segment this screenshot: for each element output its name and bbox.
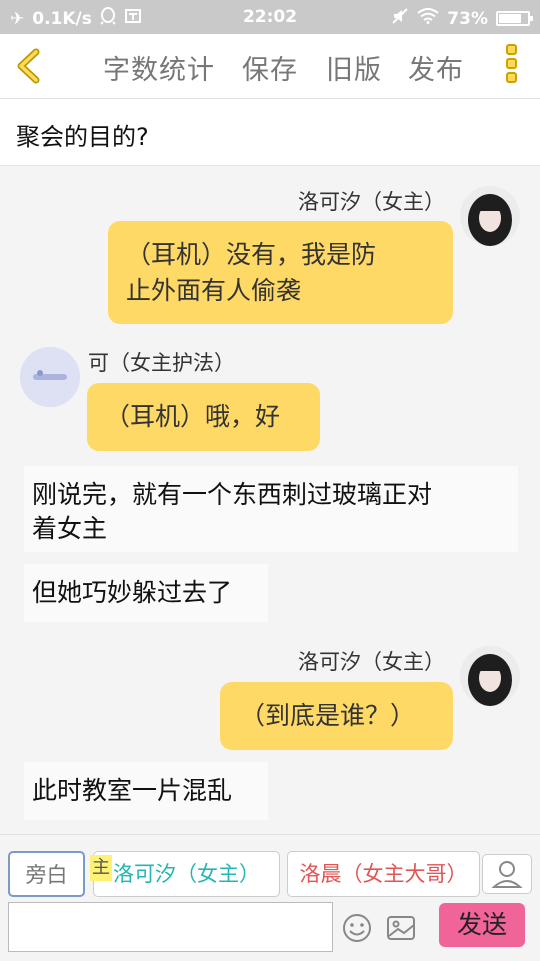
battery-icon: [496, 11, 533, 26]
narration-line: 但她巧妙躲过去了: [32, 578, 233, 607]
role-brother-button[interactable]: 洛晨（女主大哥）: [287, 851, 480, 897]
chapter-title: 聚会的目的?: [16, 123, 149, 151]
status-bar: ✈ 0.1K/s 22:02 73%: [0, 0, 540, 34]
message-bubble[interactable]: （耳机）哦，好: [87, 383, 320, 451]
send-button[interactable]: 发送: [439, 903, 525, 947]
input-bar: 旁白 洛可汐（女主） 主 洛晨（女主大哥） 发送: [0, 834, 540, 961]
role-heroine-button[interactable]: 洛可汐（女主）: [93, 851, 280, 897]
narration-block[interactable]: 但她巧妙躲过去了: [24, 564, 268, 622]
emoji-icon[interactable]: [340, 911, 374, 945]
message-line: （耳机）没有，我是防: [126, 240, 377, 269]
old-version-button[interactable]: 旧版: [326, 48, 382, 87]
battery-percent: 73%: [447, 8, 488, 29]
message-line: 止外面有人偷袭: [126, 276, 302, 305]
message-input[interactable]: [8, 902, 333, 952]
mute-icon: [391, 7, 409, 30]
narration-line: 此时教室一片混乱: [32, 776, 233, 805]
narration-line: 着女主: [32, 514, 108, 543]
speaker-name: 可（女主护法）: [88, 351, 235, 375]
message-line: （到底是谁？）: [240, 701, 416, 730]
narration-block[interactable]: 此时教室一片混乱: [24, 762, 268, 820]
speaker-name: 洛可汐（女主）: [298, 650, 445, 674]
editor-toolbar: 字数统计 保存 旧版 发布: [0, 34, 540, 99]
role-narrator-button[interactable]: 旁白: [8, 851, 85, 897]
message-bubble[interactable]: （到底是谁？）: [220, 682, 453, 750]
word-count-button[interactable]: 字数统计: [103, 48, 215, 87]
avatar[interactable]: [20, 347, 80, 407]
avatar[interactable]: [460, 186, 520, 246]
main-role-badge: 主: [90, 855, 112, 881]
message-bubble[interactable]: （耳机）没有，我是防 止外面有人偷袭: [108, 221, 453, 324]
chapter-title-bar[interactable]: 聚会的目的?: [0, 99, 540, 166]
more-icon[interactable]: [506, 44, 522, 90]
narration-line: 刚说完，就有一个东西刺过玻璃正对: [32, 480, 433, 509]
speaker-name: 洛可汐（女主）: [298, 190, 445, 214]
narration-block[interactable]: 刚说完，就有一个东西刺过玻璃正对 着女主: [24, 466, 518, 552]
publish-button[interactable]: 发布: [408, 48, 464, 87]
message-line: （耳机）哦，好: [105, 402, 281, 431]
back-icon[interactable]: [12, 48, 46, 84]
add-role-icon[interactable]: [482, 854, 532, 894]
save-button[interactable]: 保存: [242, 48, 298, 87]
image-icon[interactable]: [384, 911, 418, 945]
avatar[interactable]: [460, 646, 520, 706]
wifi-icon: [417, 8, 439, 29]
chat-area: 洛可汐（女主） （耳机）没有，我是防 止外面有人偷袭 可（女主护法） （耳机）哦…: [0, 166, 540, 834]
